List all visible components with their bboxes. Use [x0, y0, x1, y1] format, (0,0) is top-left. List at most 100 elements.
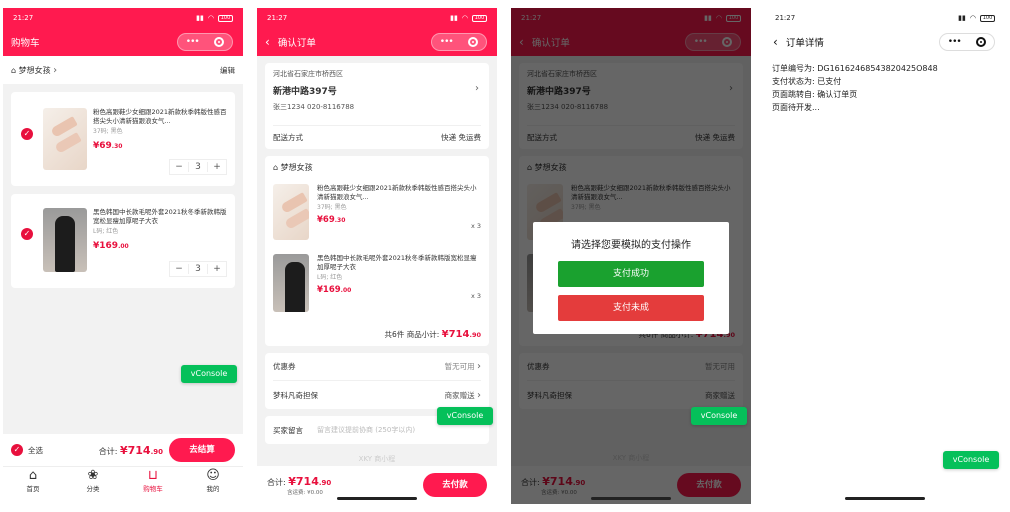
- miniapp-capsule[interactable]: •••: [431, 33, 487, 51]
- checkout-button[interactable]: 去结算: [169, 438, 235, 462]
- product-name[interactable]: 粉色高跟鞋少女细跟2021新款秋季韩版性感百搭尖头小清新猫跟浪女气...: [93, 108, 233, 126]
- more-icon[interactable]: •••: [186, 37, 200, 47]
- decrease-button[interactable]: −: [170, 162, 188, 172]
- quantity-stepper[interactable]: −3 +: [169, 159, 227, 175]
- increase-button[interactable]: +: [208, 162, 226, 172]
- insurance-row[interactable]: 梦科凡奇担保 商家赠送 ›: [273, 381, 481, 409]
- pay-fail-button[interactable]: 支付未成: [558, 295, 704, 321]
- total-dec: .90: [318, 478, 332, 487]
- shipping-fee: 含运费: ¥0.00: [287, 489, 323, 496]
- pay-success-button[interactable]: 支付成功: [558, 261, 704, 287]
- signal-icon: ▮▮: [196, 14, 204, 22]
- order-detail-screen: 21:27 ▮▮ ◠ 100 ‹ 订单详情 ••• 订单编号为: DG1616246…: [765, 8, 1005, 504]
- vconsole-button[interactable]: vConsole: [943, 451, 999, 469]
- product-spec: L码; 红色: [93, 228, 119, 235]
- pay-total-line: 合计: ¥714.90: [267, 475, 331, 488]
- delivery-label: 配送方式: [273, 133, 303, 142]
- price-int: ¥69: [93, 141, 112, 151]
- total-dec: .90: [150, 447, 163, 456]
- cart-screen: 21:27 ▮▮ ◠ 100 购物车 ••• ⌂ 梦想女孩 › 编辑 ✓ 粉色高跟鞋…: [3, 8, 243, 504]
- vconsole-button[interactable]: vConsole: [181, 365, 237, 383]
- status-time: 21:27: [775, 14, 796, 22]
- back-icon[interactable]: ‹: [773, 35, 778, 49]
- subtotal-dec: .90: [469, 331, 481, 339]
- quantity-value[interactable]: 3: [188, 264, 208, 274]
- battery-icon: 100: [218, 14, 233, 22]
- quantity-value[interactable]: 3: [188, 162, 208, 172]
- pending-note: 页面待开发...: [772, 103, 820, 112]
- product-image[interactable]: [43, 108, 87, 170]
- product-qty: x 3: [470, 222, 481, 230]
- signal-icon: ▮▮: [958, 14, 966, 22]
- shop-name-row[interactable]: ⌂ 梦想女孩 ›: [11, 65, 57, 76]
- select-all[interactable]: ✓ 全选: [11, 444, 43, 456]
- battery-icon: 100: [980, 14, 995, 22]
- coupon-value: 暂无可用: [444, 362, 475, 371]
- address-card[interactable]: 河北省石家庄市桥西区 新港中路397号 张三1234 020-8116788 ›…: [265, 63, 489, 149]
- product-image[interactable]: [273, 184, 309, 240]
- product-price: ¥169.00: [317, 285, 477, 295]
- shop-name: 梦想女孩: [280, 163, 313, 172]
- cart-total: 合计: ¥714.90: [99, 444, 163, 457]
- close-miniapp-icon[interactable]: [976, 37, 987, 47]
- coupon-row[interactable]: 优惠券 暂无可用 ›: [273, 353, 481, 381]
- decrease-button[interactable]: −: [170, 264, 188, 274]
- vconsole-button[interactable]: vConsole: [437, 407, 493, 425]
- back-icon[interactable]: ‹: [265, 35, 270, 49]
- tab-profile[interactable]: ☺ 我的: [193, 467, 233, 504]
- subtotal-label: 商品小计:: [406, 330, 440, 339]
- shop-header[interactable]: ⌂ 梦想女孩 › 编辑: [3, 56, 243, 84]
- wifi-icon: ◠: [461, 14, 468, 22]
- product-image[interactable]: [43, 208, 87, 272]
- page-title: 订单详情: [785, 38, 824, 49]
- product-image[interactable]: [273, 254, 309, 312]
- tab-category[interactable]: ❀ 分类: [73, 467, 113, 504]
- pay-button[interactable]: 去付款: [423, 473, 487, 497]
- status-time: 21:27: [267, 14, 288, 22]
- tab-label: 我的: [206, 485, 220, 493]
- order-subtotal: 共6件 商品小计: ¥714.90: [385, 329, 481, 340]
- chevron-right-icon: ›: [53, 64, 58, 76]
- wifi-icon: ◠: [207, 14, 214, 22]
- delivery-value: 快递 免运费: [441, 133, 481, 142]
- select-all-checkbox[interactable]: ✓: [11, 444, 23, 456]
- item-count: 共6件: [384, 330, 405, 339]
- tab-cart[interactable]: ⊔ 购物车: [133, 467, 173, 504]
- total-label: 合计:: [98, 446, 118, 456]
- edit-button[interactable]: 编辑: [220, 65, 235, 76]
- navbar: ‹ 确认订单 •••: [257, 28, 497, 56]
- close-miniapp-icon[interactable]: [468, 37, 479, 47]
- address-street: 新港中路397号: [273, 87, 337, 97]
- vconsole-button[interactable]: vConsole: [691, 407, 747, 425]
- shop-icon: ⌂: [273, 163, 279, 172]
- close-miniapp-icon[interactable]: [214, 37, 225, 47]
- status-icons: ▮▮◠ 100: [958, 14, 995, 22]
- navbar: ‹ 订单详情 •••: [765, 28, 1005, 56]
- subtotal-int: ¥714: [441, 329, 470, 340]
- user-icon: ☺: [206, 468, 220, 483]
- confirm-header: 21:27 ▮▮◠ 100 ‹ 确认订单 •••: [257, 8, 497, 56]
- item-checkbox[interactable]: ✓: [21, 128, 33, 140]
- increase-button[interactable]: +: [208, 264, 226, 274]
- product-spec: 37码; 黑色: [317, 204, 347, 211]
- cart-item: ✓ 粉色高跟鞋少女细跟2021新款秋季韩版性感百搭尖头小清新猫跟浪女气... 3…: [11, 92, 235, 186]
- quantity-stepper[interactable]: −3 +: [169, 261, 227, 277]
- tab-label: 分类: [86, 485, 100, 493]
- message-input[interactable]: 留言建议提前协商 (250字以内): [317, 425, 415, 435]
- tab-home[interactable]: ⌂ 首页: [13, 467, 53, 504]
- miniapp-capsule[interactable]: •••: [939, 33, 995, 51]
- product-name[interactable]: 黑色韩国中长款毛呢外套2021秋冬季新款韩版宽松显瘦加厚呢子大衣: [93, 208, 233, 226]
- chevron-right-icon: ›: [477, 389, 481, 401]
- more-icon[interactable]: •••: [440, 37, 454, 47]
- item-checkbox[interactable]: ✓: [21, 228, 33, 240]
- watermark: XKY 商小程: [358, 455, 396, 463]
- total-int: ¥714: [288, 474, 319, 488]
- cart-icon: ⊔: [147, 468, 159, 483]
- miniapp-capsule[interactable]: •••: [177, 33, 233, 51]
- more-icon[interactable]: •••: [948, 37, 962, 47]
- message-label: 买家留言: [273, 425, 303, 435]
- home-indicator: [591, 497, 671, 500]
